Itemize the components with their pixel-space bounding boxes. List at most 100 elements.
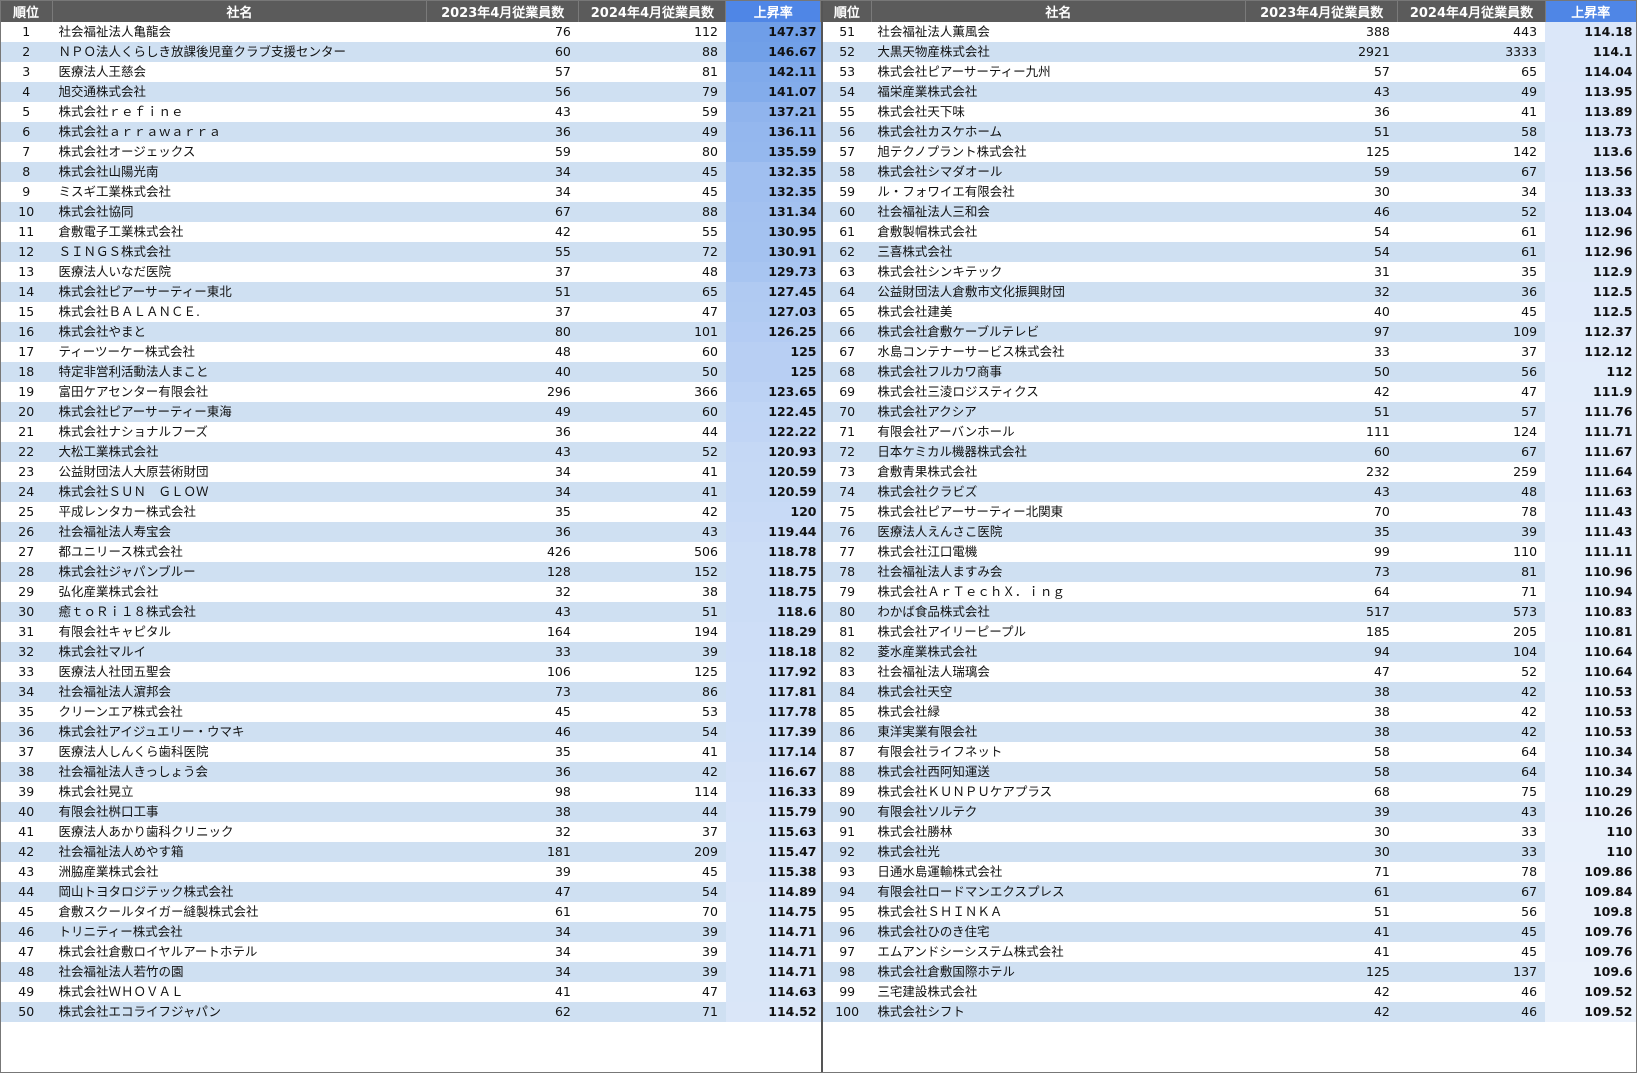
- table-row[interactable]: 71 有限会社アーバンホール 111 124 111.71: [823, 422, 1637, 442]
- rank-cell[interactable]: 23: [0, 462, 53, 482]
- company-name-cell[interactable]: 株式会社ＢＡＬＡＮＣＥ.: [52, 302, 427, 322]
- rank-cell[interactable]: 21: [0, 422, 53, 442]
- employees-2023-cell[interactable]: 34: [426, 962, 579, 982]
- rank-cell[interactable]: 81: [823, 622, 872, 642]
- employees-2024-cell[interactable]: 61: [1397, 242, 1546, 262]
- company-name-cell[interactable]: 特定非営利活動法人まこと: [52, 362, 427, 382]
- table-row[interactable]: 34 社会福祉法人濵邦会 73 86 117.81: [0, 682, 821, 702]
- table-row[interactable]: 48 社会福祉法人若竹の園 34 39 114.71: [0, 962, 821, 982]
- table-row[interactable]: 80 わかば食品株式会社 517 573 110.83: [823, 602, 1637, 622]
- rate-cell[interactable]: 110.53: [1545, 722, 1637, 742]
- employees-2023-cell[interactable]: 54: [1245, 242, 1398, 262]
- rank-cell[interactable]: 63: [823, 262, 872, 282]
- employees-2024-cell[interactable]: 64: [1397, 742, 1546, 762]
- table-row[interactable]: 89 株式会社ＫＵＮＰＵケアプラス 68 75 110.29: [823, 782, 1637, 802]
- company-name-cell[interactable]: 株式会社アイリーピープル: [871, 622, 1246, 642]
- table-row[interactable]: 47 株式会社倉敷ロイヤルアートホテル 34 39 114.71: [0, 942, 821, 962]
- rank-cell[interactable]: 90: [823, 802, 872, 822]
- table-row[interactable]: 33 医療法人社団五聖会 106 125 117.92: [0, 662, 821, 682]
- table-row[interactable]: 40 有限会社桝口工事 38 44 115.79: [0, 802, 821, 822]
- table-row[interactable]: 78 社会福祉法人ますみ会 73 81 110.96: [823, 562, 1637, 582]
- header-employees-2024[interactable]: 2024年4月従業員数: [578, 0, 727, 22]
- rate-cell[interactable]: 109.52: [1545, 1002, 1637, 1022]
- table-row[interactable]: 81 株式会社アイリーピープル 185 205 110.81: [823, 622, 1637, 642]
- header-employees-2024[interactable]: 2024年4月従業員数: [1397, 0, 1546, 22]
- rank-cell[interactable]: 58: [823, 162, 872, 182]
- table-row[interactable]: 61 倉敷製帽株式会社 54 61 112.96: [823, 222, 1637, 242]
- rate-cell[interactable]: 117.39: [725, 722, 821, 742]
- employees-2023-cell[interactable]: 71: [1245, 862, 1398, 882]
- table-row[interactable]: 38 社会福祉法人きっしょう会 36 42 116.67: [0, 762, 821, 782]
- table-row[interactable]: 86 東洋実業有限会社 38 42 110.53: [823, 722, 1637, 742]
- employees-2023-cell[interactable]: 60: [426, 42, 579, 62]
- table-row[interactable]: 22 大松工業株式会社 43 52 120.93: [0, 442, 821, 462]
- table-row[interactable]: 30 癒ｔｏＲｉ１８株式会社 43 51 118.6: [0, 602, 821, 622]
- rate-cell[interactable]: 110.81: [1545, 622, 1637, 642]
- employees-2023-cell[interactable]: 64: [1245, 582, 1398, 602]
- employees-2024-cell[interactable]: 67: [1397, 162, 1546, 182]
- table-row[interactable]: 1 社会福祉法人亀龍会 76 112 147.37: [0, 22, 821, 42]
- employees-2024-cell[interactable]: 42: [1397, 682, 1546, 702]
- table-row[interactable]: 97 エムアンドシーシステム株式会社 41 45 109.76: [823, 942, 1637, 962]
- employees-2023-cell[interactable]: 296: [426, 382, 579, 402]
- rate-cell[interactable]: 118.18: [725, 642, 821, 662]
- employees-2023-cell[interactable]: 37: [426, 262, 579, 282]
- company-name-cell[interactable]: 株式会社倉敷国際ホテル: [871, 962, 1246, 982]
- rank-cell[interactable]: 53: [823, 62, 872, 82]
- company-name-cell[interactable]: 旭交通株式会社: [52, 82, 427, 102]
- employees-2024-cell[interactable]: 45: [578, 862, 726, 882]
- employees-2023-cell[interactable]: 94: [1245, 642, 1398, 662]
- employees-2024-cell[interactable]: 75: [1397, 782, 1546, 802]
- rank-cell[interactable]: 62: [823, 242, 872, 262]
- rate-cell[interactable]: 111.71: [1545, 422, 1637, 442]
- table-row[interactable]: 4 旭交通株式会社 56 79 141.07: [0, 82, 821, 102]
- rate-cell[interactable]: 136.11: [725, 122, 821, 142]
- employees-2023-cell[interactable]: 51: [1245, 402, 1398, 422]
- employees-2023-cell[interactable]: 125: [1245, 962, 1398, 982]
- rank-cell[interactable]: 80: [823, 602, 872, 622]
- rate-cell[interactable]: 112.96: [1545, 242, 1637, 262]
- company-name-cell[interactable]: 株式会社オージェックス: [52, 142, 427, 162]
- rate-cell[interactable]: 111.63: [1545, 482, 1637, 502]
- rank-cell[interactable]: 19: [0, 382, 53, 402]
- employees-2023-cell[interactable]: 111: [1245, 422, 1398, 442]
- rate-cell[interactable]: 120.93: [725, 442, 821, 462]
- employees-2024-cell[interactable]: 58: [1397, 122, 1546, 142]
- rank-cell[interactable]: 61: [823, 222, 872, 242]
- employees-2023-cell[interactable]: 58: [1245, 762, 1398, 782]
- rate-cell[interactable]: 114.04: [1545, 62, 1637, 82]
- table-row[interactable]: 37 医療法人しんくら歯科医院 35 41 117.14: [0, 742, 821, 762]
- rank-cell[interactable]: 55: [823, 102, 872, 122]
- employees-2024-cell[interactable]: 39: [1397, 522, 1546, 542]
- company-name-cell[interactable]: 有限会社キャピタル: [52, 622, 427, 642]
- employees-2024-cell[interactable]: 104: [1397, 642, 1546, 662]
- rate-cell[interactable]: 109.76: [1545, 942, 1637, 962]
- rank-cell[interactable]: 51: [823, 22, 872, 42]
- employees-2024-cell[interactable]: 573: [1397, 602, 1546, 622]
- company-name-cell[interactable]: 旭テクノプラント株式会社: [871, 142, 1246, 162]
- company-name-cell[interactable]: 株式会社天下味: [871, 102, 1246, 122]
- header-rank[interactable]: 順位: [823, 0, 872, 22]
- table-row[interactable]: 49 株式会社ＷＨＯＶＡＬ 41 47 114.63: [0, 982, 821, 1002]
- employees-2024-cell[interactable]: 88: [578, 42, 726, 62]
- table-row[interactable]: 8 株式会社山陽光南 34 45 132.35: [0, 162, 821, 182]
- employees-2023-cell[interactable]: 42: [1245, 982, 1398, 1002]
- table-row[interactable]: 18 特定非営利活動法人まこと 40 50 125: [0, 362, 821, 382]
- employees-2024-cell[interactable]: 79: [578, 82, 726, 102]
- rank-cell[interactable]: 72: [823, 442, 872, 462]
- rate-cell[interactable]: 113.56: [1545, 162, 1637, 182]
- company-name-cell[interactable]: 株式会社アイジュエリー・ウマキ: [52, 722, 427, 742]
- employees-2023-cell[interactable]: 32: [1245, 282, 1398, 302]
- rank-cell[interactable]: 67: [823, 342, 872, 362]
- rate-cell[interactable]: 120: [725, 502, 821, 522]
- company-name-cell[interactable]: 菱水産業株式会社: [871, 642, 1246, 662]
- employees-2024-cell[interactable]: 70: [578, 902, 726, 922]
- header-rank[interactable]: 順位: [0, 0, 54, 22]
- employees-2024-cell[interactable]: 42: [578, 762, 726, 782]
- employees-2023-cell[interactable]: 185: [1245, 622, 1398, 642]
- table-row[interactable]: 9 ミスギ工業株式会社 34 45 132.35: [0, 182, 821, 202]
- employees-2023-cell[interactable]: 59: [1245, 162, 1398, 182]
- rank-cell[interactable]: 17: [0, 342, 53, 362]
- employees-2023-cell[interactable]: 70: [1245, 502, 1398, 522]
- rate-cell[interactable]: 112.9: [1545, 262, 1637, 282]
